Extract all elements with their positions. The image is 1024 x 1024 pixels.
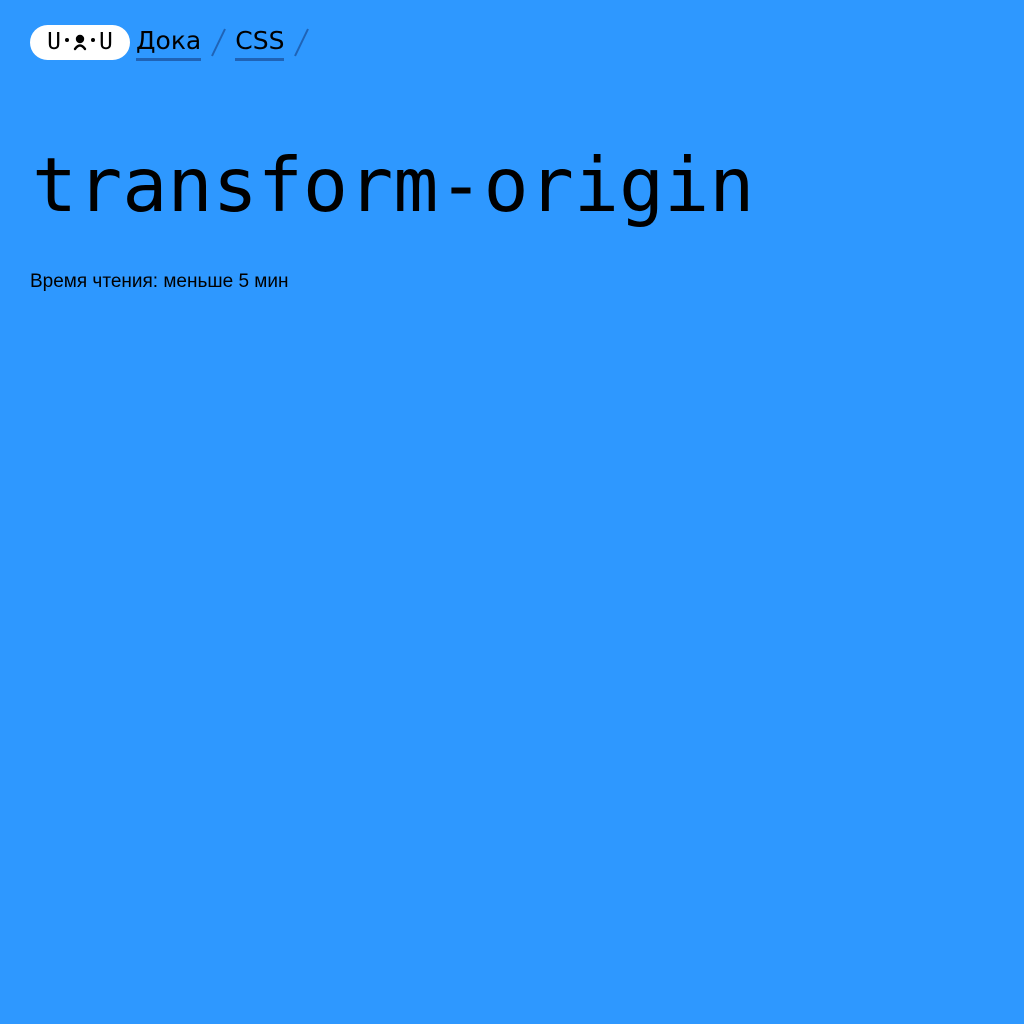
breadcrumb-css[interactable]: CSS bbox=[235, 27, 285, 61]
logo-eye-right bbox=[91, 38, 95, 42]
logo-u-left: U bbox=[47, 28, 61, 55]
logo-nose-icon bbox=[73, 33, 87, 51]
reading-time: Время чтения: меньше 5 мин bbox=[30, 271, 289, 292]
logo-eye-left bbox=[65, 38, 69, 42]
logo-link[interactable]: U U bbox=[30, 24, 130, 60]
page-title: transform-origin bbox=[32, 141, 755, 229]
logo-u-right: U bbox=[99, 28, 113, 55]
breadcrumb-separator-icon bbox=[209, 26, 227, 58]
breadcrumb-separator-icon bbox=[292, 26, 310, 58]
site-header: U U Дока CSS bbox=[30, 22, 318, 62]
breadcrumb-doka[interactable]: Дока bbox=[136, 27, 202, 61]
